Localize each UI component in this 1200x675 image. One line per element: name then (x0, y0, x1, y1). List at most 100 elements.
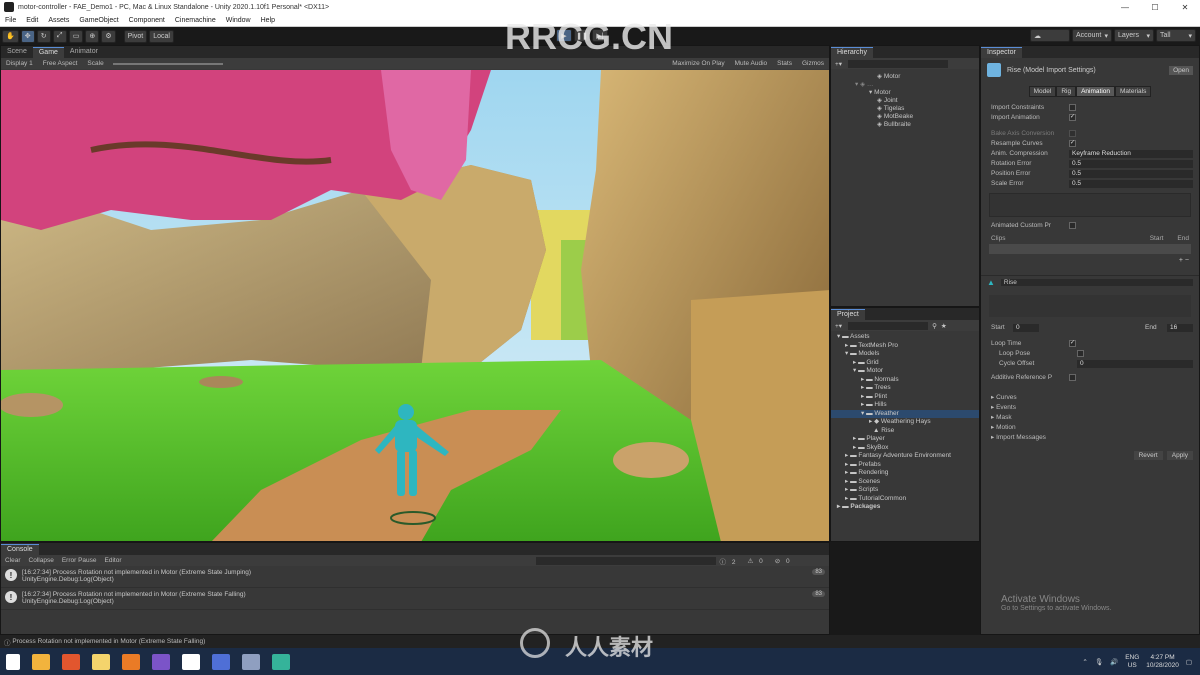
folder-item[interactable]: ▸ ▬ Fantasy Adventure Environment (831, 452, 979, 461)
hand-tool-icon[interactable]: ✋ (2, 29, 19, 43)
rect-tool-icon[interactable]: ▭ (68, 29, 84, 43)
hierarchy-root[interactable]: ◈ Motor (831, 73, 979, 81)
menu-assets[interactable]: Assets (43, 17, 74, 24)
tree-item[interactable]: ▾ Motor (831, 89, 979, 97)
anim-compression-field[interactable]: Anim. Compression Keyframe Reduction (981, 149, 1199, 159)
gizmos-dropdown[interactable]: Gizmos (797, 60, 829, 67)
folder-item[interactable]: ▸ ▬ SkyBox (831, 444, 979, 453)
minimize-icon[interactable]: — (1110, 3, 1140, 12)
move-tool-icon[interactable]: ✥ (20, 29, 35, 43)
maximize-icon[interactable]: ☐ (1140, 3, 1170, 12)
subtab-rig[interactable]: Rig (1056, 86, 1077, 97)
browser-icon[interactable] (62, 653, 80, 670)
revert-button[interactable]: Revert (1133, 451, 1163, 460)
mute-audio-toggle[interactable]: Mute Audio (730, 60, 773, 67)
apply-button[interactable]: Apply (1166, 451, 1193, 460)
start-end-field[interactable]: Start 0 End 16 (981, 323, 1199, 333)
rotation-error-field[interactable]: Rotation Error 0.5 (981, 159, 1199, 169)
visual-studio-icon[interactable] (152, 653, 170, 670)
section-import-messages[interactable]: ▸ Import Messages (981, 433, 1199, 443)
subtab-model[interactable]: Model (1028, 86, 1057, 97)
collab-cloud-icon[interactable]: ☁ (1030, 29, 1070, 42)
menu-edit[interactable]: Edit (21, 17, 43, 24)
folder-item[interactable]: ▸ ▬ Grid (831, 359, 979, 368)
tree-item[interactable]: ▾ ◈ … (831, 81, 979, 89)
additive-reference-field[interactable]: Additive Reference P (981, 373, 1199, 383)
notification-icon[interactable]: ▢ (1186, 658, 1192, 666)
section-motion[interactable]: ▸ Motion (981, 423, 1199, 433)
volume-icon[interactable]: 🔊 (1110, 658, 1118, 666)
account-dropdown[interactable]: Account ▾ (1072, 29, 1112, 42)
menu-window[interactable]: Window (221, 17, 256, 24)
subtab-materials[interactable]: Materials (1115, 86, 1152, 97)
tab-scene[interactable]: Scene (1, 47, 33, 58)
custom-tool-icon[interactable]: ⚙ (101, 29, 116, 43)
bake-axis-field[interactable]: Bake Axis Conversion (981, 129, 1199, 139)
animated-custom-properties-field[interactable]: Animated Custom Pr (981, 221, 1199, 231)
scale-error-field[interactable]: Scale Error 0.5 (981, 179, 1199, 189)
error-pause-button[interactable]: Error Pause (58, 557, 101, 564)
section-events[interactable]: ▸ Events (981, 403, 1199, 413)
import-constraints-field[interactable]: Import Constraints (981, 103, 1199, 113)
folder-item[interactable]: ▸ ▬ TextMesh Pro (831, 342, 979, 351)
collapse-button[interactable]: Collapse (25, 557, 58, 564)
windows-start-icon[interactable] (6, 653, 20, 670)
tab-console[interactable]: Console (1, 544, 39, 555)
add-icon[interactable]: +▾ (835, 60, 842, 68)
local-toggle[interactable]: Local (149, 29, 174, 43)
editor-dropdown[interactable]: Editor (101, 557, 126, 564)
microphone-icon[interactable]: 🎙 (1095, 658, 1103, 666)
layout-dropdown[interactable]: Tall ▾ (1156, 29, 1196, 42)
tab-animator[interactable]: Animator (64, 47, 104, 58)
console-search-input[interactable] (535, 556, 716, 565)
game-viewport[interactable] (1, 70, 829, 541)
folder-item[interactable]: ▸ ▬ Prefabs (831, 461, 979, 470)
position-error-field[interactable]: Position Error 0.5 (981, 169, 1199, 179)
tree-item[interactable]: ◈ Tigelas (831, 105, 979, 113)
open-button[interactable]: Open (1169, 65, 1193, 75)
tree-item[interactable]: ◈ Bullbraite (831, 121, 979, 129)
folder-item[interactable]: ▸ ▬ Trees (831, 384, 979, 393)
app-icon[interactable] (242, 653, 260, 670)
menu-cinemachine[interactable]: Cinemachine (170, 17, 221, 24)
loop-time-field[interactable]: Loop Time ✓ (981, 339, 1199, 349)
chevron-up-icon[interactable]: ⌃ (1082, 658, 1087, 666)
clip-row[interactable] (989, 244, 1191, 254)
transform-tool-icon[interactable]: ⊕ (85, 29, 100, 43)
tree-item[interactable]: ◈ Joint (831, 97, 979, 105)
folder-item[interactable]: ▸ ▬ Plint (831, 393, 979, 402)
menu-file[interactable]: File (0, 17, 21, 24)
log-entry[interactable]: ! [16:27:34] Process Rotation not implem… (1, 588, 829, 610)
folder-item[interactable]: ▸ ▬ Hills (831, 401, 979, 410)
unity-taskbar-icon[interactable] (182, 653, 200, 670)
folder-item[interactable]: ▸ ▬ Player (831, 435, 979, 444)
info-count[interactable]: ⓘ 2 (716, 556, 744, 566)
folder-item[interactable]: ▾ ▬ Assets (831, 333, 979, 342)
stats-toggle[interactable]: Stats (772, 60, 797, 67)
tab-inspector[interactable]: Inspector (981, 47, 1022, 58)
clip-timeline[interactable] (989, 295, 1191, 317)
scale-tool-icon[interactable]: ⤢ (52, 29, 67, 43)
anim-compression-dropdown[interactable]: Keyframe Reduction (1069, 150, 1193, 158)
folder-item[interactable]: ▸ ▬ Packages (831, 503, 979, 512)
status-message[interactable]: Process Rotation not implemented in Moto… (12, 638, 205, 645)
file-explorer-icon[interactable] (92, 653, 110, 670)
folder-item[interactable]: ▾ ▬ Motor (831, 367, 979, 376)
clock[interactable]: 4:27 PM 10/28/2020 (1146, 654, 1179, 670)
app-icon[interactable] (122, 653, 140, 670)
section-mask[interactable]: ▸ Mask (981, 413, 1199, 423)
log-entry[interactable]: ! [16:27:34] Process Rotation not implem… (1, 566, 829, 588)
folder-item[interactable]: ▾ ▬ Models (831, 350, 979, 359)
filter-icon[interactable]: ⚲ (932, 322, 937, 330)
tab-game[interactable]: Game (32, 47, 64, 58)
tree-item[interactable]: ◈ MotBeake (831, 113, 979, 121)
loop-pose-field[interactable]: Loop Pose (981, 349, 1199, 359)
clip-add-remove[interactable]: + − (981, 256, 1199, 265)
error-count[interactable]: ⊘ 0 (771, 557, 798, 565)
rotate-tool-icon[interactable]: ↻ (36, 29, 51, 43)
aspect-dropdown[interactable]: Free Aspect (38, 60, 83, 67)
app-icon[interactable] (32, 653, 50, 670)
asset-item[interactable]: ▲ Rise (831, 427, 979, 436)
folder-item[interactable]: ▸ ▬ Rendering (831, 469, 979, 478)
section-curves[interactable]: ▸ Curves (981, 393, 1199, 403)
